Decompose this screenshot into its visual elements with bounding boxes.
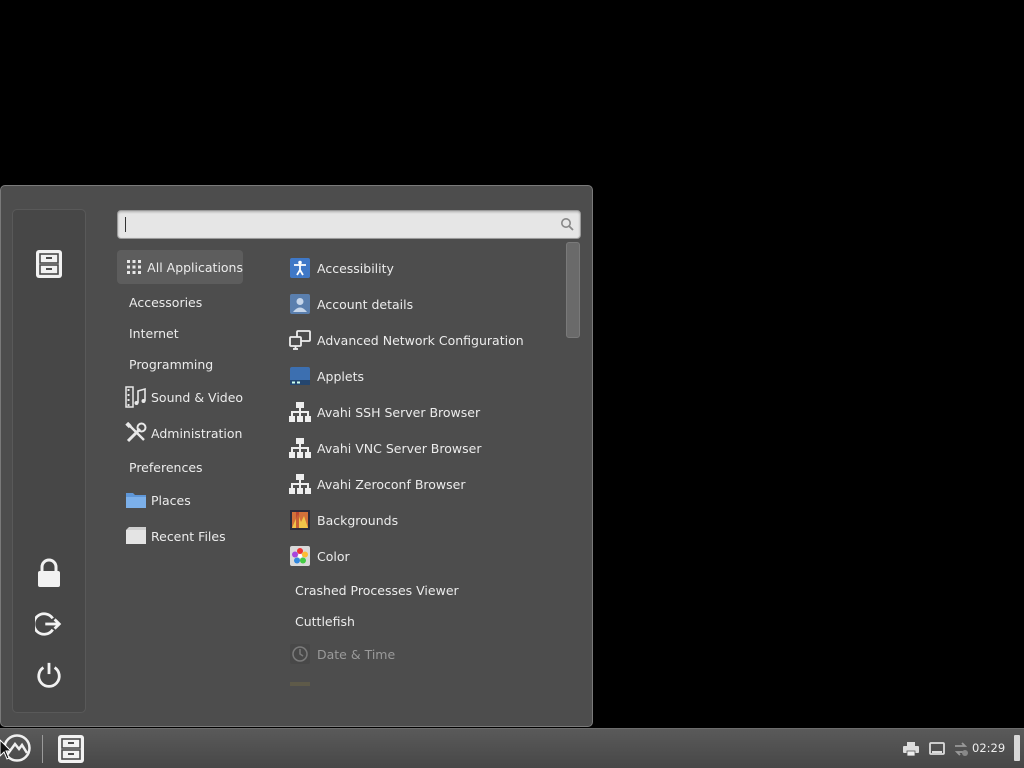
search-icon — [560, 217, 574, 234]
printer-icon — [903, 742, 919, 756]
file-cabinet-icon — [58, 735, 84, 763]
accessibility-icon — [289, 257, 311, 279]
category-recent-files[interactable]: Recent Files — [117, 519, 226, 553]
category-administration[interactable]: Administration — [117, 416, 242, 450]
app-account-details[interactable]: Account details — [283, 287, 413, 321]
app-label: Color — [317, 548, 350, 564]
network-tray[interactable] — [953, 741, 969, 757]
tools-icon — [125, 422, 147, 444]
network-tree-icon — [289, 401, 311, 423]
network-tree-icon — [289, 437, 311, 459]
file-cabinet-icon — [36, 250, 62, 278]
lock-icon — [38, 558, 60, 587]
category-preferences[interactable]: Preferences — [117, 450, 203, 484]
search-input[interactable] — [124, 215, 558, 236]
show-desktop-button[interactable] — [1014, 735, 1020, 761]
app-backgrounds[interactable]: Backgrounds — [283, 503, 398, 537]
app-advanced-network-configuration[interactable]: Advanced Network Configuration — [283, 323, 524, 357]
app-label: Avahi SSH Server Browser — [317, 404, 481, 420]
category-label: Internet — [129, 325, 179, 341]
app-label: Advanced Network Configuration — [317, 332, 524, 348]
app-label: Applets — [317, 368, 364, 384]
app-label: Crashed Processes Viewer — [295, 582, 459, 598]
category-label: Programming — [129, 356, 214, 372]
film-music-icon — [125, 386, 147, 408]
app-avahi-ssh-server-browser[interactable]: Avahi SSH Server Browser — [283, 395, 480, 429]
scrollbar-thumb[interactable] — [566, 242, 580, 338]
app-date-time[interactable]: Date & Time — [283, 637, 395, 671]
category-label: Preferences — [129, 459, 203, 475]
app-label: Cuttlefish — [295, 613, 355, 629]
app-color[interactable]: Color — [283, 539, 350, 573]
category-label: Places — [151, 492, 191, 508]
app-cuttlefish[interactable]: Cuttlefish — [283, 604, 355, 638]
lock-screen-button[interactable] — [35, 558, 63, 587]
app-label: Avahi Zeroconf Browser — [317, 476, 466, 492]
app-crashed-processes-viewer[interactable]: Crashed Processes Viewer — [283, 573, 459, 607]
color-icon — [289, 545, 311, 567]
backgrounds-icon — [289, 509, 311, 531]
app-label: Avahi VNC Server Browser — [317, 440, 482, 456]
file-manager-launcher[interactable] — [57, 734, 85, 764]
category-sound-video[interactable]: Sound & Video — [117, 380, 243, 414]
app-avahi-vnc-server-browser[interactable]: Avahi VNC Server Browser — [283, 431, 481, 465]
clock[interactable]: 02:29 — [972, 741, 1005, 755]
category-label: Recent Files — [151, 528, 226, 544]
document-icon — [125, 525, 147, 547]
category-all-applications[interactable]: All Applications — [117, 250, 243, 284]
category-accessories[interactable]: Accessories — [117, 285, 202, 319]
network-tree-icon — [289, 473, 311, 495]
search-box[interactable] — [117, 210, 581, 239]
category-label: Administration — [151, 425, 243, 441]
power-icon — [37, 662, 61, 688]
taskbar: 02:29 — [0, 728, 1024, 768]
category-places[interactable]: Places — [117, 483, 191, 517]
partially-hidden-app-icon — [290, 682, 310, 686]
logout-icon — [35, 612, 62, 636]
file-manager-favorite[interactable] — [35, 250, 63, 278]
app-avahi-zeroconf-browser[interactable]: Avahi Zeroconf Browser — [283, 467, 465, 501]
category-label: Accessories — [129, 294, 203, 310]
app-label: Accessibility — [317, 260, 394, 276]
network-icon — [289, 329, 311, 351]
network-disconnected-icon — [954, 742, 968, 756]
category-label: Sound & Video — [151, 389, 244, 405]
app-label: Account details — [317, 296, 414, 312]
app-label: Date & Time — [317, 646, 396, 662]
display-tray[interactable] — [929, 741, 945, 757]
printer-tray[interactable] — [903, 741, 919, 757]
category-internet[interactable]: Internet — [117, 316, 179, 350]
app-accessibility[interactable]: Accessibility — [283, 251, 394, 285]
grid-icon — [125, 256, 143, 278]
app-applets[interactable]: Applets — [283, 359, 364, 393]
apps-scrollbar[interactable] — [566, 242, 580, 686]
taskbar-separator — [42, 735, 43, 763]
category-label: All Applications — [147, 259, 243, 275]
account-icon — [289, 293, 311, 315]
mouse-pointer-icon — [0, 739, 11, 760]
category-programming[interactable]: Programming — [117, 347, 213, 381]
clock-icon — [289, 643, 311, 665]
favorites-sidebar — [12, 209, 86, 713]
text-cursor — [125, 217, 126, 232]
folder-icon — [125, 489, 147, 511]
logout-button[interactable] — [35, 610, 63, 638]
applets-icon — [289, 365, 311, 387]
application-menu: All Applications Accessories Internet Pr… — [0, 185, 593, 727]
app-label: Backgrounds — [317, 512, 399, 528]
display-icon — [929, 742, 945, 755]
shutdown-button[interactable] — [35, 661, 63, 689]
